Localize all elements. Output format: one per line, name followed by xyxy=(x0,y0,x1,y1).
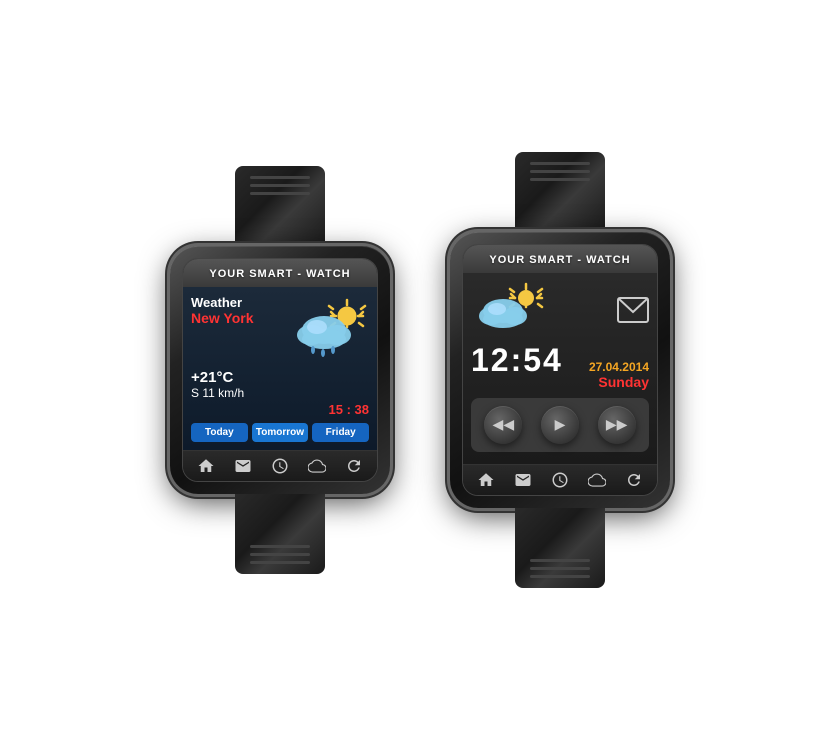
city-name: New York xyxy=(191,310,289,326)
watch-case-1: YOUR SMART - WATCH Weather New York xyxy=(170,246,390,494)
date-display: 27.04.2014 xyxy=(589,360,649,374)
home-icon[interactable] xyxy=(197,457,215,475)
watch2-brand: YOUR SMART - WATCH xyxy=(489,254,630,266)
mail-icon[interactable] xyxy=(234,457,252,475)
wind-speed: S 11 km/h xyxy=(191,386,369,400)
watch-screen-2: YOUR SMART - WATCH xyxy=(462,244,658,496)
day-buttons: Today Tomorrow Friday xyxy=(191,423,369,442)
date-area: 27.04.2014 Sunday xyxy=(589,360,649,390)
strap-top-2 xyxy=(515,152,605,232)
weather-icon xyxy=(289,295,369,365)
watch1-content: Weather New York xyxy=(183,287,377,450)
fastforward-icon: ▶▶ xyxy=(606,416,628,433)
play-icon: ▶ xyxy=(555,416,566,433)
watch2-nav-bar xyxy=(463,464,657,495)
clock-sun-area xyxy=(471,281,551,336)
weather-svg xyxy=(289,295,369,360)
watches-container: YOUR SMART - WATCH Weather New York xyxy=(170,152,670,588)
weather-details: +21°C S 11 km/h 15 : 38 xyxy=(191,369,369,417)
weather-info: Weather New York xyxy=(191,295,289,326)
mail-icon-2[interactable] xyxy=(514,471,532,489)
strap-bottom-2 xyxy=(515,508,605,588)
clock-top xyxy=(471,281,649,336)
fastforward-button[interactable]: ▶▶ xyxy=(598,406,636,444)
clock-weather-svg xyxy=(471,281,551,336)
clock-icon-2[interactable] xyxy=(551,471,569,489)
clock-icon[interactable] xyxy=(271,457,289,475)
refresh-icon[interactable] xyxy=(345,457,363,475)
today-button[interactable]: Today xyxy=(191,423,248,442)
big-time: 12:54 xyxy=(471,344,563,376)
watch1-header: YOUR SMART - WATCH xyxy=(183,259,377,287)
strap-bottom-1 xyxy=(235,494,325,574)
weather-label: Weather xyxy=(191,295,289,310)
play-button[interactable]: ▶ xyxy=(541,406,579,444)
friday-button[interactable]: Friday xyxy=(312,423,369,442)
current-time: 15 : 38 xyxy=(191,402,369,417)
mail-envelope-icon xyxy=(617,297,649,323)
media-controls: ◀◀ ▶ ▶▶ xyxy=(471,398,649,452)
watch1-brand: YOUR SMART - WATCH xyxy=(209,268,350,280)
watch2-content: 12:54 27.04.2014 Sunday ◀◀ xyxy=(463,273,657,464)
rewind-icon: ◀◀ xyxy=(493,416,515,433)
watch-1: YOUR SMART - WATCH Weather New York xyxy=(170,166,390,574)
cloud-icon-2[interactable] xyxy=(588,471,606,489)
strap-top-1 xyxy=(235,166,325,246)
day-display: Sunday xyxy=(589,374,649,390)
refresh-icon-2[interactable] xyxy=(625,471,643,489)
home-icon-2[interactable] xyxy=(477,471,495,489)
cloud-icon[interactable] xyxy=(308,457,326,475)
watch-screen-1: YOUR SMART - WATCH Weather New York xyxy=(182,258,378,482)
watch-case-2: YOUR SMART - WATCH xyxy=(450,232,670,508)
weather-top: Weather New York xyxy=(191,295,369,365)
watch2-header: YOUR SMART - WATCH xyxy=(463,245,657,273)
temperature: +21°C xyxy=(191,369,369,386)
clock-middle: 12:54 27.04.2014 Sunday xyxy=(471,344,649,390)
rewind-button[interactable]: ◀◀ xyxy=(484,406,522,444)
watch-2: YOUR SMART - WATCH xyxy=(450,152,670,588)
mail-icon-top-right[interactable] xyxy=(617,293,649,323)
tomorrow-button[interactable]: Tomorrow xyxy=(252,423,309,442)
watch1-nav-bar xyxy=(183,450,377,481)
